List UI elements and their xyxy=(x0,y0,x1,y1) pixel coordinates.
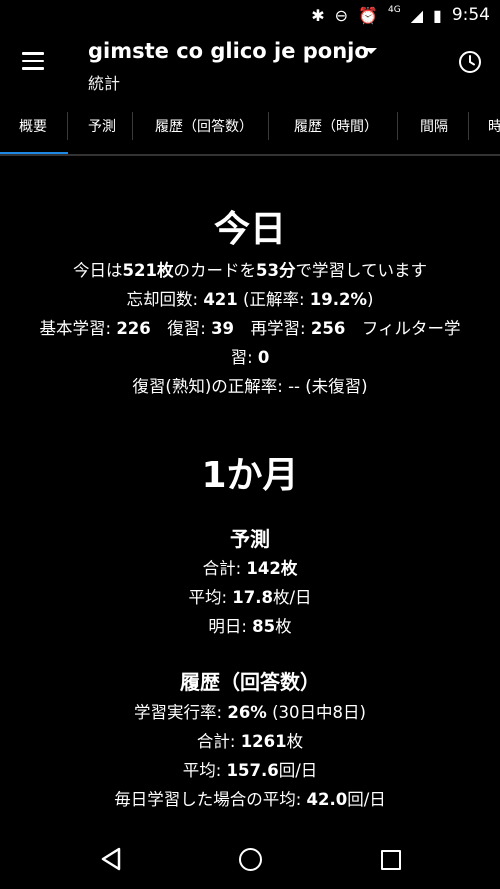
history-daily-average: 毎日学習した場合の平均: 42.0回/日 xyxy=(114,790,386,809)
status-icons: ✱ ⊖ ⏰ 4G ◢ ▮ 9:54 xyxy=(311,5,490,25)
today-heading: 今日 xyxy=(213,209,286,250)
month-heading: 1か月 xyxy=(201,455,299,496)
network-type: 4G xyxy=(387,4,401,15)
tab-divider xyxy=(468,112,469,140)
history-rate: 学習実行率: 26% (30日中8日) xyxy=(134,703,366,722)
tab-overview[interactable]: 概要 xyxy=(19,98,47,154)
forecast-total: 合計: 142枚 xyxy=(202,559,298,578)
home-icon[interactable] xyxy=(239,848,262,871)
tab-divider xyxy=(268,112,269,140)
page-subtitle: 統計 xyxy=(88,74,121,93)
forecast-heading: 予測 xyxy=(230,527,270,551)
tab-intervals[interactable]: 間隔 xyxy=(420,98,448,154)
recents-icon[interactable] xyxy=(381,850,401,870)
today-lapses: 忘却回数: 421 (正解率: 19.2%) xyxy=(126,290,374,309)
tab-more[interactable]: 時 xyxy=(488,98,500,154)
tab-forecast[interactable]: 予測 xyxy=(88,98,116,154)
forecast-average: 平均: 17.8枚/日 xyxy=(188,588,312,607)
bluetooth-icon: ✱ xyxy=(311,5,325,25)
today-mature-rate: 復習(熟知)の正解率: -- (未復習) xyxy=(132,377,368,396)
today-breakdown-cont: 習: 0 xyxy=(230,348,270,367)
history-heading: 履歴（回答数） xyxy=(180,670,320,694)
signal-icon: ◢ xyxy=(410,5,423,25)
menu-icon[interactable] xyxy=(22,52,46,70)
history-average: 平均: 157.6回/日 xyxy=(182,761,318,780)
tab-divider xyxy=(132,112,133,140)
status-bar: ✱ ⊖ ⏰ 4G ◢ ▮ 9:54 xyxy=(0,0,500,30)
status-time: 9:54 xyxy=(451,5,490,25)
system-nav-bar xyxy=(0,830,500,889)
back-icon[interactable] xyxy=(100,847,122,871)
tab-divider xyxy=(67,112,68,140)
tab-bar: 概要 予測 履歴（回答数） 履歴（時間） 間隔 時 xyxy=(0,98,500,156)
battery-icon: ▮ xyxy=(433,5,442,25)
forecast-tomorrow: 明日: 85枚 xyxy=(208,617,292,636)
today-summary: 今日は521枚のカードを53分で学習しています xyxy=(73,261,427,280)
tab-divider xyxy=(397,112,398,140)
clock-icon[interactable] xyxy=(458,50,482,74)
history-total: 合計: 1261枚 xyxy=(196,732,304,751)
deck-dropdown-icon[interactable] xyxy=(365,48,377,54)
stats-content[interactable]: 今日 今日は521枚のカードを53分で学習しています 忘却回数: 421 (正解… xyxy=(0,156,500,830)
deck-title[interactable]: gimste co glico je ponjo xyxy=(88,39,369,63)
today-breakdown: 基本学習: 226 復習: 39 再学習: 256 フィルター学 xyxy=(39,319,461,338)
alarm-icon: ⏰ xyxy=(358,5,378,25)
tab-history-time[interactable]: 履歴（時間） xyxy=(294,98,378,154)
app-bar: gimste co glico je ponjo 統計 xyxy=(0,30,500,98)
tab-history-count[interactable]: 履歴（回答数） xyxy=(155,98,253,154)
do-not-disturb-icon: ⊖ xyxy=(334,5,349,25)
